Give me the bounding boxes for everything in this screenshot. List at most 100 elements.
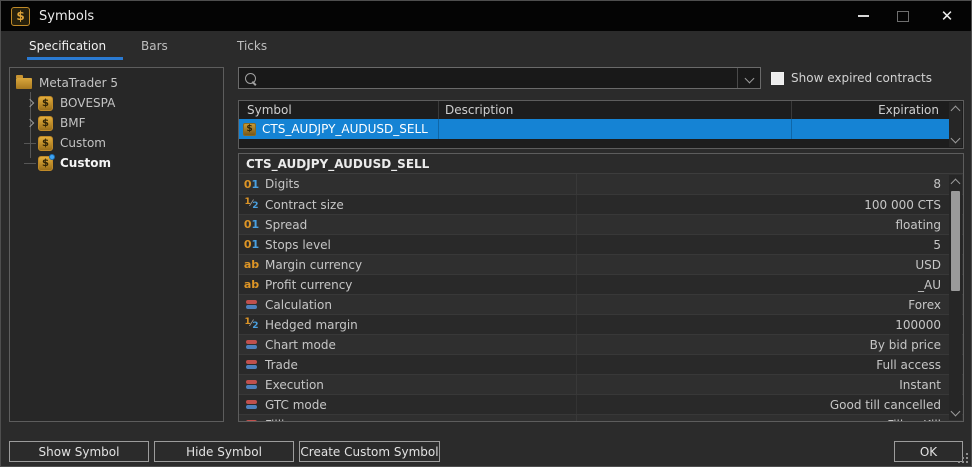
resize-grip-icon[interactable] [966,461,968,463]
numeric-icon: 01 [243,238,260,251]
dollar-symbol-icon: $ [38,95,53,111]
column-divider [576,375,577,394]
scroll-down-icon[interactable] [950,406,961,417]
property-value: Instant [899,377,941,392]
tab-ticks[interactable]: Ticks [237,39,267,53]
create-custom-symbol-button[interactable]: Create Custom Symbol [299,441,440,462]
property-name: GTC mode [265,397,327,412]
enum-icon [243,418,260,421]
column-divider [576,275,577,294]
scroll-down-icon[interactable] [950,133,961,144]
property-name: Filling [265,418,300,422]
tree-item-label: MetaTrader 5 [39,76,119,90]
column-divider [576,415,577,421]
column-divider [576,255,577,274]
custom-symbol-icon: $ [243,122,256,136]
symbol-row[interactable]: $ CTS_AUDJPY_AUDUSD_SELL [239,119,950,139]
search-dropdown-button[interactable] [737,68,760,88]
property-name: Profit currency [265,277,353,292]
scroll-up-icon[interactable] [950,178,961,189]
active-tab-underline [27,57,123,60]
expand-icon[interactable] [24,118,36,128]
column-header-description[interactable]: Description [445,103,513,117]
expand-icon[interactable] [24,98,36,108]
tree-item[interactable]: $ Custom [10,153,223,173]
close-button[interactable]: ✕ [923,1,971,31]
enum-icon [243,298,260,312]
property-name: Contract size [265,197,344,212]
ok-button[interactable]: OK [894,441,963,462]
spec-row[interactable]: ab Margin currency USD [239,254,963,274]
spec-row[interactable]: 1 ⁄ 2 Hedged margin 100000 [239,314,963,334]
property-value: 100000 [895,317,941,332]
property-name: Calculation [265,297,332,312]
column-header-expiration[interactable]: Expiration [878,103,939,117]
spec-row[interactable]: 0 1 Spread floating [239,214,963,234]
column-divider [576,295,577,314]
text-icon: ab [243,258,260,271]
search-icon [245,72,256,84]
spec-row[interactable]: 1 ⁄ 2 Contract size 100 000 CTS [239,194,963,214]
folder-icon [16,74,32,89]
property-value: floating [895,217,941,232]
column-header-symbol[interactable]: Symbol [247,103,292,117]
show-expired-checkbox[interactable] [771,71,784,85]
tree-item-label: Custom [60,136,106,150]
window-title: Symbols [39,8,95,24]
show-symbol-button[interactable]: Show Symbol [9,441,149,462]
column-divider [791,119,792,139]
spec-row[interactable]: 0 1 Stops level 5 [239,234,963,254]
property-value: Fill or Kill [887,418,941,422]
scroll-up-icon[interactable] [950,105,961,116]
numeric-icon: 01 [243,218,260,231]
property-value: By bid price [869,337,941,352]
property-name: Spread [265,217,308,232]
spec-row[interactable]: Execution Instant [239,374,963,394]
column-divider [576,315,577,334]
property-name: Digits [265,177,300,191]
tree-item[interactable]: $ BMF [10,113,223,133]
column-divider [576,235,577,254]
column-divider [576,355,577,374]
scrollbar-thumb[interactable] [951,191,960,291]
column-divider [576,395,577,414]
symbol-tree-panel: MetaTrader 5 $ BOVESPA $ BMF $ Custom $ Custom [9,67,224,422]
maximize-icon [897,10,909,22]
dollar-symbol-icon: $ [38,153,55,171]
tree-connector [24,162,36,164]
show-expired-contracts[interactable]: Show expired contracts [771,69,932,87]
column-divider [576,335,577,354]
tree-item[interactable]: $ Custom [10,133,223,153]
tree-item-metatrader5[interactable]: MetaTrader 5 [10,73,223,93]
symbols-dialog: $ Symbols ✕ Specification Bars Ticks Met… [0,0,972,467]
property-value: Full access [876,357,941,372]
symbols-scrollbar[interactable] [949,102,962,147]
tab-bars[interactable]: Bars [141,39,168,53]
property-value: 8 [933,177,941,191]
maximize-button[interactable] [883,1,923,31]
spec-row[interactable]: Filling Fill or Kill [239,414,963,421]
minimize-icon [857,15,869,17]
chevron-right-icon [25,118,35,128]
spec-row[interactable]: GTC mode Good till cancelled [239,394,963,414]
spec-row[interactable]: ab Profit currency _AU [239,274,963,294]
tree-item-label: Custom [60,156,111,170]
spec-row[interactable]: Calculation Forex [239,294,963,314]
enum-icon [243,358,260,372]
tree-item-label: BMF [60,116,86,130]
tab-specification[interactable]: Specification [29,39,106,53]
search-input[interactable] [260,68,733,88]
symbol-search-combobox[interactable] [238,67,761,89]
modified-dot [49,153,55,160]
tree-item[interactable]: $ BOVESPA [10,93,223,113]
spec-row[interactable]: Trade Full access [239,354,963,374]
spec-row[interactable]: 0 1 Digits 8 [239,174,963,194]
specification-panel: CTS_AUDJPY_AUDUSD_SELL 0 1 Digits 8 1 ⁄ 2 Contr… [238,153,964,422]
specification-scrollbar[interactable] [949,175,962,420]
minimize-button[interactable] [843,1,883,31]
tab-bar: Specification Bars Ticks [1,31,971,61]
text-icon: ab [243,278,260,291]
property-name: Margin currency [265,257,363,272]
hide-symbol-button[interactable]: Hide Symbol [154,441,294,462]
spec-row[interactable]: Chart mode By bid price [239,334,963,354]
